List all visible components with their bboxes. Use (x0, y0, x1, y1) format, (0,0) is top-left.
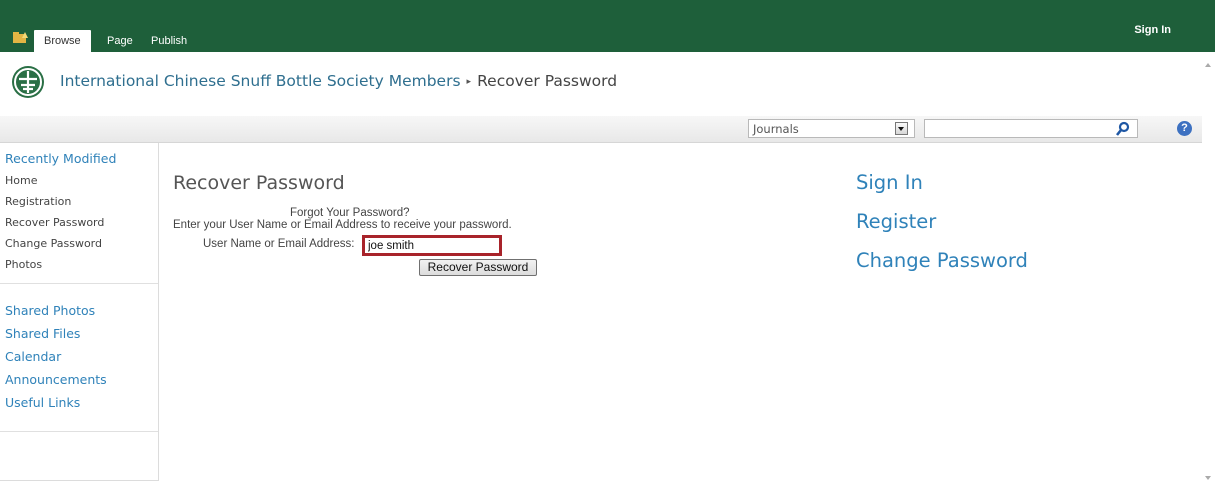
quick-launch-list: Shared Photos Shared Files Calendar Anno… (5, 302, 107, 417)
scroll-down-arrow-icon[interactable] (1205, 476, 1211, 480)
nav-divider (0, 431, 158, 432)
nav-item-calendar[interactable]: Calendar (5, 348, 107, 371)
search-input[interactable] (924, 119, 1138, 138)
breadcrumb-separator-icon: ▸ (466, 77, 472, 87)
help-icon[interactable]: ? (1177, 121, 1192, 136)
nav-divider (0, 283, 158, 284)
sign-in-link[interactable]: Sign In (1134, 24, 1171, 36)
sign-in-link-large[interactable]: Sign In (856, 170, 1028, 209)
tab-browse[interactable]: Browse (34, 30, 91, 52)
search-icon[interactable] (1115, 121, 1131, 137)
scroll-up-arrow-icon[interactable] (1205, 63, 1211, 67)
forgot-password-heading: Forgot Your Password? (290, 207, 410, 219)
nav-item-registration[interactable]: Registration (5, 194, 104, 215)
username-field-label: User Name or Email Address: (203, 238, 355, 250)
page-title: Recover Password (173, 172, 345, 194)
instructions-text: Enter your User Name or Email Address to… (173, 219, 512, 231)
vertical-scrollbar[interactable] (1202, 52, 1215, 484)
breadcrumb: International Chinese Snuff Bottle Socie… (60, 72, 617, 90)
recover-password-button[interactable]: Recover Password (419, 259, 537, 276)
folder-up-icon[interactable] (13, 31, 28, 44)
search-scope-value: Journals (753, 122, 799, 136)
nav-item-useful-links[interactable]: Useful Links (5, 394, 107, 417)
title-area: International Chinese Snuff Bottle Socie… (0, 52, 1202, 114)
dropdown-arrow-icon[interactable] (895, 122, 908, 135)
ribbon-bar: Browse Page Publish Sign In (0, 0, 1215, 52)
tab-page[interactable]: Page (107, 30, 133, 52)
nav-item-change-password[interactable]: Change Password (5, 236, 104, 257)
account-links: Sign In Register Change Password (856, 170, 1028, 287)
recent-links-list: Home Registration Recover Password Chang… (5, 173, 104, 278)
nav-item-shared-files[interactable]: Shared Files (5, 325, 107, 348)
change-password-link[interactable]: Change Password (856, 248, 1028, 287)
register-link[interactable]: Register (856, 209, 1028, 248)
society-logo-icon[interactable] (12, 66, 44, 98)
nav-item-photos[interactable]: Photos (5, 257, 104, 278)
search-bar: Journals ? (0, 116, 1202, 143)
breadcrumb-site-link[interactable]: International Chinese Snuff Bottle Socie… (60, 72, 461, 90)
nav-item-announcements[interactable]: Announcements (5, 371, 107, 394)
tab-publish[interactable]: Publish (151, 30, 187, 52)
breadcrumb-current-page: Recover Password (477, 72, 618, 90)
nav-item-recover-password[interactable]: Recover Password (5, 215, 104, 236)
username-email-field[interactable] (362, 235, 502, 256)
search-scope-dropdown[interactable]: Journals (748, 119, 915, 138)
nav-item-home[interactable]: Home (5, 173, 104, 194)
left-navigation: Recently Modified Home Registration Reco… (0, 143, 159, 481)
nav-item-shared-photos[interactable]: Shared Photos (5, 302, 107, 325)
nav-recently-modified[interactable]: Recently Modified (5, 151, 116, 166)
